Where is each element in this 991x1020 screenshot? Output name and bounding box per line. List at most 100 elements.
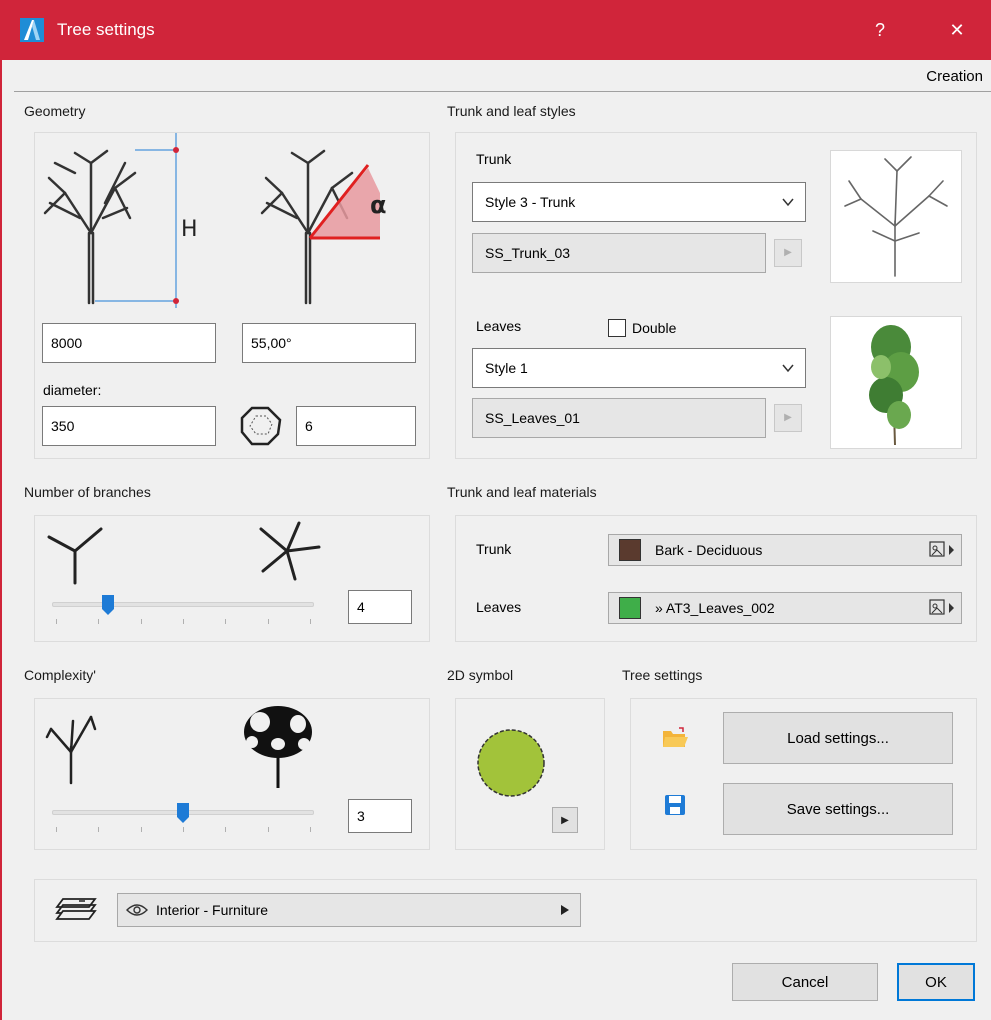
height-symbol: H bbox=[181, 217, 198, 242]
complex-tree-icon bbox=[244, 706, 312, 788]
play-arrow-icon: ▶ bbox=[784, 247, 792, 258]
material-picker-icon bbox=[929, 541, 954, 557]
play-arrow-icon: ▶ bbox=[561, 815, 569, 826]
leaves-material-swatch bbox=[619, 597, 641, 619]
close-button[interactable]: ✕ bbox=[937, 14, 977, 46]
leaves-preview-image bbox=[869, 325, 919, 446]
divider bbox=[14, 91, 991, 92]
tree-height-diagram: H bbox=[43, 133, 198, 308]
material-picker-icon bbox=[929, 599, 954, 615]
few-branches-icon bbox=[47, 527, 103, 585]
symbol2d-title: 2D symbol bbox=[447, 667, 514, 683]
symbol2d-panel: ▶ bbox=[455, 698, 605, 850]
complexity-input[interactable]: 3 bbox=[348, 799, 412, 833]
slider-tick bbox=[225, 619, 227, 624]
help-button[interactable]: ? bbox=[860, 14, 900, 46]
leaves-material-value: » AT3_Leaves_002 bbox=[655, 600, 775, 616]
polygon-sides-icon bbox=[240, 406, 282, 446]
simple-tree-icon bbox=[45, 715, 97, 785]
trunk-browse-button[interactable]: ▶ bbox=[774, 239, 802, 267]
tree-settings-title: Tree settings bbox=[622, 667, 703, 683]
cancel-button[interactable]: Cancel bbox=[732, 963, 878, 1001]
chevron-down-icon bbox=[782, 364, 794, 373]
angle-symbol: α bbox=[370, 191, 387, 219]
folder-open-icon bbox=[663, 727, 688, 747]
diameter-input[interactable]: 350 bbox=[42, 406, 216, 446]
trunk-preview bbox=[830, 150, 962, 283]
title-bar: Tree settings ? ✕ bbox=[0, 0, 991, 60]
trunk-name-field: SS_Trunk_03 bbox=[472, 233, 766, 273]
leaves-name-field: SS_Leaves_01 bbox=[472, 398, 766, 438]
slider-tick bbox=[98, 619, 100, 624]
floppy-disk-icon bbox=[665, 795, 685, 815]
slider-tick bbox=[140, 619, 142, 624]
leaves-style-select[interactable]: Style 1 bbox=[472, 348, 806, 388]
slider-tick bbox=[225, 827, 227, 832]
leaves-preview bbox=[830, 316, 962, 449]
chevron-down-icon bbox=[782, 198, 794, 207]
trunk-style-select[interactable]: Style 3 - Trunk bbox=[472, 182, 806, 222]
slider-tick bbox=[267, 619, 269, 624]
styles-panel: Trunk Style 3 - Trunk SS_Trunk_03 ▶ Leav bbox=[455, 132, 977, 459]
slider-tick bbox=[310, 619, 311, 624]
leaves-browse-button[interactable]: ▶ bbox=[774, 404, 802, 432]
ok-button[interactable]: OK bbox=[897, 963, 975, 1001]
slider-tick bbox=[310, 827, 311, 832]
window-title: Tree settings bbox=[57, 20, 155, 39]
slider-tick bbox=[183, 619, 184, 624]
geometry-title: Geometry bbox=[24, 103, 86, 119]
trunk-style-value: Style 3 - Trunk bbox=[485, 194, 576, 210]
eye-icon bbox=[126, 904, 148, 916]
materials-title: Trunk and leaf materials bbox=[447, 484, 597, 500]
trunk-material-label: Trunk bbox=[476, 541, 512, 557]
branches-input[interactable]: 4 bbox=[348, 590, 412, 624]
app-logo-icon bbox=[20, 18, 44, 42]
geometry-panel: H α 8000 55,00° diameter: 350 6 bbox=[34, 132, 430, 459]
slider-tick bbox=[140, 827, 142, 832]
leaves-style-label: Leaves bbox=[476, 318, 522, 334]
symbol2d-preview bbox=[477, 729, 545, 797]
layer-value: Interior - Furniture bbox=[156, 902, 269, 918]
many-branches-icon bbox=[259, 521, 321, 581]
save-settings-button[interactable]: Save settings... bbox=[723, 783, 953, 835]
leaves-material-label: Leaves bbox=[476, 599, 522, 615]
complexity-title: Complexity' bbox=[24, 667, 96, 683]
mode-label: Creation bbox=[926, 68, 983, 85]
play-arrow-icon bbox=[561, 905, 569, 915]
trunk-material-picker[interactable]: Bark - Deciduous bbox=[608, 534, 962, 566]
angle-input[interactable]: 55,00° bbox=[242, 323, 416, 363]
sides-input[interactable]: 6 bbox=[296, 406, 416, 446]
layer-select[interactable]: Interior - Furniture bbox=[117, 893, 581, 927]
styles-title: Trunk and leaf styles bbox=[447, 103, 576, 119]
double-checkbox[interactable] bbox=[608, 319, 626, 337]
trunk-style-label: Trunk bbox=[476, 151, 512, 167]
branches-title: Number of branches bbox=[24, 484, 151, 500]
leaves-style-value: Style 1 bbox=[485, 360, 528, 376]
symbol2d-browse-button[interactable]: ▶ bbox=[552, 807, 578, 833]
slider-tick bbox=[56, 827, 57, 832]
branches-slider-thumb[interactable] bbox=[102, 595, 114, 615]
branches-slider-track[interactable] bbox=[52, 602, 314, 607]
slider-tick bbox=[98, 827, 100, 832]
layers-icon bbox=[55, 898, 97, 920]
complexity-panel: 3 bbox=[34, 698, 430, 850]
tree-settings-panel: Load settings... Save settings... bbox=[630, 698, 977, 850]
trunk-material-swatch bbox=[619, 539, 641, 561]
layer-panel: Interior - Furniture bbox=[34, 879, 977, 942]
load-settings-button[interactable]: Load settings... bbox=[723, 712, 953, 764]
leaves-material-picker[interactable]: » AT3_Leaves_002 bbox=[608, 592, 962, 624]
height-input[interactable]: 8000 bbox=[42, 323, 216, 363]
close-icon: ✕ bbox=[949, 20, 965, 40]
play-arrow-icon: ▶ bbox=[784, 412, 792, 423]
complexity-slider-thumb[interactable] bbox=[177, 803, 189, 823]
double-label: Double bbox=[632, 320, 677, 336]
window-border bbox=[0, 60, 2, 1020]
trunk-material-value: Bark - Deciduous bbox=[655, 542, 763, 558]
diameter-label: diameter: bbox=[43, 382, 102, 398]
tree-angle-diagram: α bbox=[260, 149, 387, 305]
materials-panel: Trunk Bark - Deciduous Leaves » AT3_Leav… bbox=[455, 515, 977, 642]
branches-panel: 4 bbox=[34, 515, 430, 642]
slider-tick bbox=[56, 619, 57, 624]
trunk-preview-image bbox=[844, 156, 948, 277]
slider-tick bbox=[267, 827, 269, 832]
